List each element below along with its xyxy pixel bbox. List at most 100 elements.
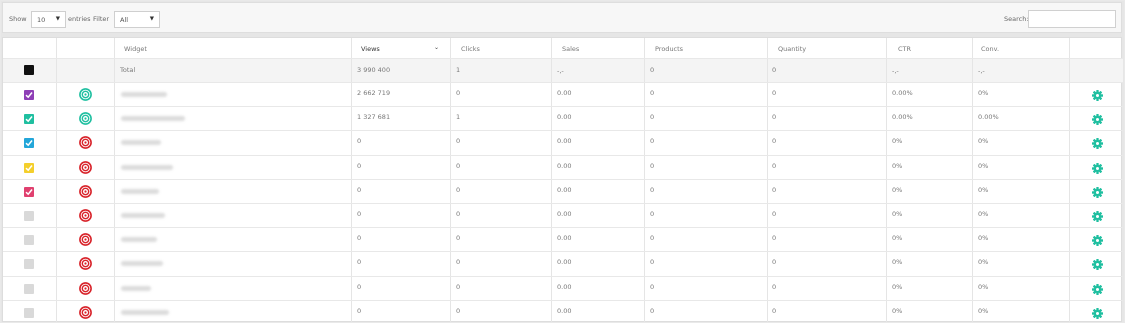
row-checkbox[interactable] [24,259,34,270]
gear-icon[interactable] [1092,259,1103,271]
gear-icon[interactable] [1092,211,1103,222]
table-row[interactable]: 0 0 0.00 0 0 0% 0% [3,252,1123,277]
cell-views: 0 [357,185,362,194]
table-row[interactable]: 0 0 0.00 0 0 0% 0% [3,204,1123,229]
cell-products: 0 [650,234,655,243]
gear-icon[interactable] [1092,307,1103,319]
row-checkbox[interactable] [24,307,34,318]
chevron-down-icon[interactable]: ⌄ [434,44,439,51]
gear-icon[interactable] [1092,90,1103,101]
target-icon-inactive[interactable] [79,136,92,150]
widget-name-redacted[interactable] [121,237,157,243]
cell-quantity: 0 [772,282,777,291]
widget-name-redacted[interactable] [121,261,163,267]
cell-ctr: 0% [892,185,903,194]
table-row[interactable]: 0 0 0.00 0 0 0% 0% [3,277,1123,301]
widget-name-redacted[interactable] [121,164,173,170]
widget-name-redacted[interactable] [121,116,185,122]
row-checkbox[interactable] [24,138,34,149]
cell-views: 0 [357,234,362,243]
table-toolbar: Show 10 ▼ entries Filter All ▼ Search: [2,2,1122,33]
cell-quantity: 0 [772,210,777,218]
gear-icon[interactable] [1092,162,1103,174]
gear-icon[interactable] [1092,138,1103,150]
entries-select[interactable]: 10 ▼ [31,11,66,28]
target-icon-inactive[interactable] [79,233,92,247]
cell-sales: 0.00 [557,185,572,194]
target-icon-active[interactable] [79,112,92,126]
table-row[interactable]: 0 0 0.00 0 0 0% 0% [3,156,1123,180]
cell-ctr: 0% [892,210,903,218]
checkmark-icon [25,164,33,171]
column-header-conv[interactable]: Conv. [981,45,999,53]
gear-icon[interactable] [1092,235,1103,247]
cell-conv: 0% [978,234,989,243]
cell-ctr: 0.00% [892,113,913,122]
gear-icon[interactable] [1092,186,1103,198]
cell-quantity: 0 [772,258,777,267]
gear-icon[interactable] [1092,283,1103,295]
cell-quantity: 0 [772,161,777,170]
table-row[interactable]: 1 327 681 1 0.00 0 0 0.00% 0.00% [3,107,1123,132]
total-label: Total [120,66,136,74]
column-header-sales[interactable]: Sales [562,45,579,53]
target-icon-inactive[interactable] [79,281,92,295]
row-checkbox[interactable] [24,90,34,100]
cell-quantity: 0 [772,234,777,243]
widget-name-redacted[interactable] [121,92,167,97]
gear-icon[interactable] [1092,114,1103,126]
row-checkbox[interactable] [24,211,34,221]
checkmark-icon [25,92,33,99]
filter-select[interactable]: All ▼ [114,11,160,28]
column-header-clicks[interactable]: Clicks [461,45,480,53]
target-icon-inactive[interactable] [79,257,92,271]
table-row[interactable]: 0 0 0.00 0 0 0% 0% [3,180,1123,204]
cell-views: 0 [357,258,362,267]
filter-select-value: All [120,16,129,24]
target-icon-active[interactable] [79,88,92,101]
column-header-products[interactable]: Products [655,45,683,53]
row-checkbox[interactable] [24,283,34,294]
cell-sales: 0.00 [557,89,572,97]
row-checkbox[interactable] [24,162,34,173]
cell-clicks: 0 [456,258,461,267]
widget-name-redacted[interactable] [121,309,169,315]
cell-quantity: 0 [772,113,777,122]
column-header-views[interactable]: Views [361,45,380,53]
row-checkbox[interactable] [24,114,34,125]
search-input[interactable] [1028,10,1116,28]
column-header-widget[interactable]: Widget [124,45,147,53]
cell-quantity: 0 [772,137,777,146]
row-checkbox[interactable] [24,186,34,197]
table-row[interactable]: 0 0 0.00 0 0 0% 0% [3,228,1123,253]
target-icon-inactive[interactable] [79,184,92,198]
cell-views: 0 [357,161,362,170]
table-row[interactable]: 2 662 719 0 0.00 0 0 0.00% 0% [3,83,1123,108]
row-checkbox[interactable] [24,235,34,246]
target-icon-inactive[interactable] [79,209,92,222]
column-header-quantity[interactable]: Quantity [778,45,806,53]
cell-quantity: 0 [772,306,777,315]
widget-name-redacted[interactable] [121,285,151,291]
target-icon-inactive[interactable] [79,160,92,174]
cell-clicks: 0 [456,89,461,97]
cell-sales: 0.00 [557,210,572,218]
entries-select-value: 10 [37,16,46,24]
table-row[interactable]: 0 0 0.00 0 0 0% 0% [3,131,1123,156]
total-quantity: 0 [772,66,777,74]
select-all-checkbox[interactable] [24,65,34,75]
cell-views: 1 327 681 [357,113,391,122]
checkmark-icon [25,188,33,196]
cell-clicks: 0 [456,282,461,291]
widget-name-redacted[interactable] [121,188,159,194]
cell-conv: 0% [978,258,989,267]
caret-down-icon: ▼ [149,16,154,22]
target-icon-inactive[interactable] [79,305,92,319]
cell-views: 0 [357,210,362,218]
column-header-ctr[interactable]: CTR [898,45,911,53]
total-sales: -,- [557,67,564,75]
widget-name-redacted[interactable] [121,213,165,218]
table-row[interactable]: 0 0 0.00 0 0 0% 0% [3,301,1123,323]
cell-quantity: 0 [772,89,777,97]
widget-name-redacted[interactable] [121,140,161,146]
